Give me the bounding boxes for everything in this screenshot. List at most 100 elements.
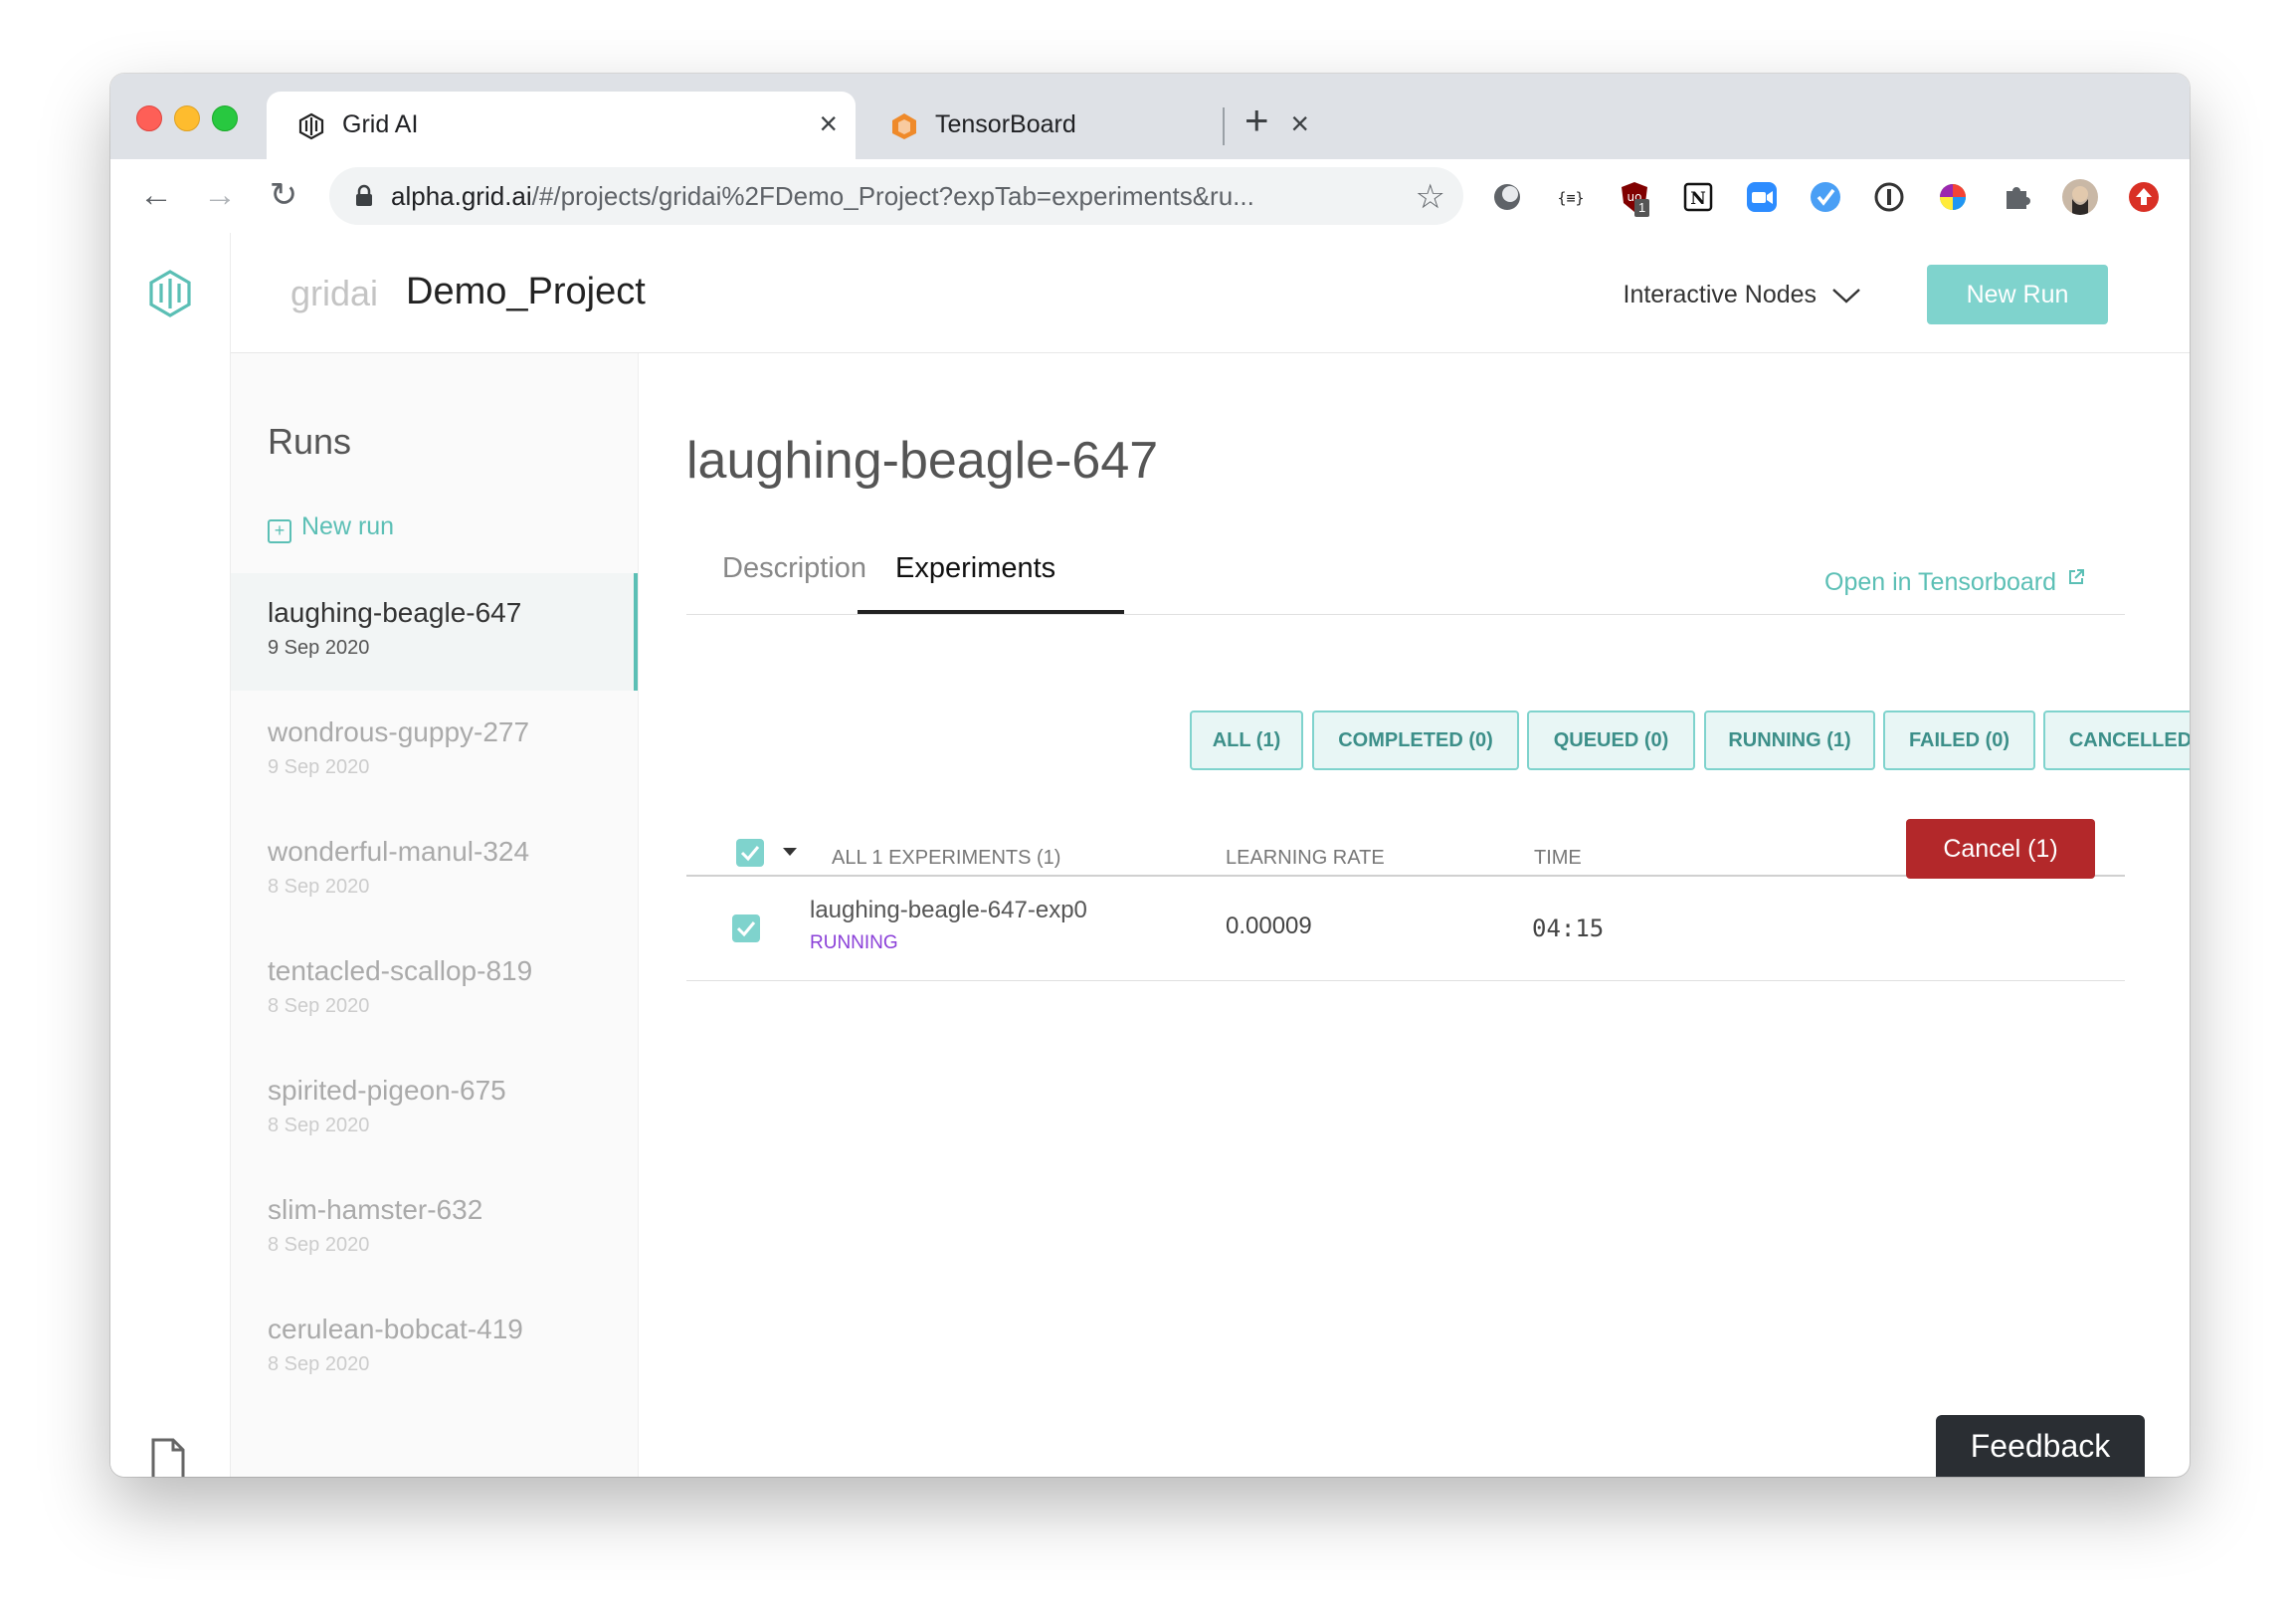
tabs-divider bbox=[686, 614, 2125, 615]
experiment-status: RUNNING bbox=[810, 932, 898, 953]
time-header[interactable]: TIME bbox=[1534, 847, 1582, 870]
tab-experiments[interactable]: Experiments bbox=[895, 552, 1055, 585]
lock-icon bbox=[356, 184, 372, 206]
filter-running-button[interactable]: RUNNING (1) bbox=[1704, 710, 1875, 770]
run-item-cerulean-bobcat-419[interactable]: cerulean-bobcat-419 8 Sep 2020 bbox=[231, 1290, 638, 1407]
reload-icon[interactable]: ↻ bbox=[262, 173, 305, 217]
minimize-window-button[interactable] bbox=[174, 105, 200, 131]
filter-queued-button[interactable]: QUEUED (0) bbox=[1527, 710, 1695, 770]
run-date: 9 Sep 2020 bbox=[268, 756, 370, 778]
experiment-name[interactable]: laughing-beagle-647-exp0 bbox=[810, 897, 1087, 924]
ublock-shield-icon[interactable]: uo 1 bbox=[1617, 179, 1652, 217]
add-icon: + bbox=[268, 519, 291, 543]
browser-toolbar: ← → ↻ alpha.grid.ai/#/projects/gridai%2F… bbox=[110, 159, 2190, 234]
interactive-nodes-label: Interactive Nodes bbox=[1623, 281, 1818, 308]
tab-separator bbox=[1223, 107, 1225, 145]
time-value: 04:15 bbox=[1532, 914, 1605, 942]
run-item-spirited-pigeon-675[interactable]: spirited-pigeon-675 8 Sep 2020 bbox=[231, 1051, 638, 1168]
table-row[interactable]: laughing-beagle-647-exp0 RUNNING 0.00009… bbox=[686, 877, 2125, 981]
grid-ai-logo-icon bbox=[298, 112, 324, 140]
tab-title: Grid AI bbox=[342, 110, 419, 138]
run-date: 8 Sep 2020 bbox=[268, 1234, 370, 1256]
filter-failed-button[interactable]: FAILED (0) bbox=[1883, 710, 2035, 770]
tab-strip: Grid AI × TensorBoard × + bbox=[110, 74, 2190, 159]
app-rail bbox=[110, 233, 231, 1477]
chevron-down-icon bbox=[1832, 289, 1860, 304]
feedback-button[interactable]: Feedback bbox=[1936, 1415, 2145, 1477]
close-window-button[interactable] bbox=[136, 105, 162, 131]
grid-ai-app-logo-icon[interactable] bbox=[146, 269, 194, 318]
run-name: cerulean-bobcat-419 bbox=[268, 1314, 523, 1344]
interactive-nodes-dropdown[interactable]: Interactive Nodes bbox=[1624, 281, 1862, 309]
url-text: alpha.grid.ai/#/projects/gridai%2FDemo_P… bbox=[391, 181, 1254, 212]
tensorboard-logo-icon bbox=[892, 113, 916, 139]
tab-title: TensorBoard bbox=[935, 110, 1076, 138]
open-tensorboard-link[interactable]: Open in Tensorboard bbox=[1824, 568, 2085, 597]
address-bar[interactable]: alpha.grid.ai/#/projects/gridai%2FDemo_P… bbox=[329, 167, 1463, 225]
run-name: tentacled-scallop-819 bbox=[268, 955, 533, 986]
maximize-window-button[interactable] bbox=[212, 105, 238, 131]
document-icon[interactable] bbox=[150, 1437, 186, 1477]
run-name: spirited-pigeon-675 bbox=[268, 1075, 506, 1106]
cancel-experiments-button[interactable]: Cancel (1) bbox=[1906, 819, 2095, 879]
check-icon bbox=[740, 846, 760, 862]
close-tab-icon[interactable]: × bbox=[1290, 105, 1309, 141]
extensions-puzzle-icon[interactable] bbox=[1999, 179, 2034, 215]
run-item-wondrous-guppy-277[interactable]: wondrous-guppy-277 9 Sep 2020 bbox=[231, 693, 638, 810]
project-name[interactable]: Demo_Project bbox=[406, 271, 646, 313]
run-name: wonderful-manul-324 bbox=[268, 836, 530, 867]
filter-cancelled-button[interactable]: CANCELLED (0) bbox=[2043, 710, 2190, 770]
tab-description[interactable]: Description bbox=[722, 552, 866, 585]
run-detail: laughing-beagle-647 Description Experime… bbox=[639, 353, 2190, 1477]
run-date: 8 Sep 2020 bbox=[268, 995, 370, 1017]
row-checkbox[interactable] bbox=[732, 914, 760, 942]
run-date: 8 Sep 2020 bbox=[268, 1353, 370, 1375]
url-host: alpha.grid.ai bbox=[391, 181, 532, 211]
open-tensorboard-label: Open in Tensorboard bbox=[1824, 568, 2057, 596]
experiments-table-header: ALL 1 EXPERIMENTS (1) LEARNING RATE TIME… bbox=[686, 813, 2125, 879]
caret-down-icon[interactable] bbox=[782, 847, 798, 857]
svg-text:N: N bbox=[1690, 189, 1706, 209]
json-formatter-icon[interactable]: {≡} bbox=[1553, 179, 1589, 215]
url-path: /#/projects/gridai%2FDemo_Project?expTab… bbox=[531, 181, 1254, 211]
back-arrow-icon[interactable]: ← bbox=[134, 173, 178, 217]
zoom-video-icon[interactable] bbox=[1744, 179, 1780, 215]
tab-grid-ai[interactable]: Grid AI × bbox=[267, 92, 856, 159]
checkmark-extension-icon[interactable] bbox=[1808, 179, 1843, 215]
run-item-tentacled-scallop-819[interactable]: tentacled-scallop-819 8 Sep 2020 bbox=[231, 931, 638, 1049]
ublock-badge: 1 bbox=[1634, 199, 1650, 217]
svg-text:{≡}: {≡} bbox=[1557, 189, 1584, 207]
profile-avatar-icon[interactable] bbox=[2062, 179, 2098, 215]
runs-title: Runs bbox=[268, 421, 352, 462]
learning-rate-header[interactable]: LEARNING RATE bbox=[1226, 847, 1385, 870]
run-name: slim-hamster-632 bbox=[268, 1194, 483, 1225]
filter-completed-button[interactable]: COMPLETED (0) bbox=[1312, 710, 1519, 770]
close-tab-icon[interactable]: × bbox=[819, 105, 838, 141]
new-run-button[interactable]: New Run bbox=[1927, 265, 2108, 324]
filter-all-button[interactable]: ALL (1) bbox=[1190, 710, 1303, 770]
color-picker-icon[interactable] bbox=[1935, 179, 1971, 215]
run-date: 8 Sep 2020 bbox=[268, 876, 370, 898]
learning-rate-value: 0.00009 bbox=[1226, 913, 1312, 939]
bookmark-star-icon[interactable]: ☆ bbox=[1416, 177, 1445, 217]
run-item-slim-hamster-632[interactable]: slim-hamster-632 8 Sep 2020 bbox=[231, 1170, 638, 1288]
extension-circle-icon[interactable] bbox=[1489, 179, 1525, 215]
runs-sidebar: Runs + New run laughing-beagle-647 9 Sep … bbox=[231, 353, 639, 1477]
select-all-label: ALL 1 EXPERIMENTS (1) bbox=[832, 847, 1061, 869]
run-item-wonderful-manul-324[interactable]: wonderful-manul-324 8 Sep 2020 bbox=[231, 812, 638, 929]
run-name: wondrous-guppy-277 bbox=[268, 716, 530, 747]
new-run-link-label: New run bbox=[301, 512, 395, 540]
run-item-laughing-beagle-647[interactable]: laughing-beagle-647 9 Sep 2020 bbox=[231, 573, 638, 691]
new-tab-button[interactable]: + bbox=[1244, 96, 1269, 145]
new-run-link[interactable]: + New run bbox=[268, 512, 394, 543]
forward-arrow-icon[interactable]: → bbox=[198, 173, 242, 217]
run-title: laughing-beagle-647 bbox=[686, 432, 1159, 490]
select-all-checkbox[interactable] bbox=[736, 839, 764, 867]
notion-icon[interactable]: N bbox=[1680, 179, 1716, 215]
run-date: 8 Sep 2020 bbox=[268, 1115, 370, 1136]
password-manager-icon[interactable] bbox=[1871, 179, 1907, 215]
app-header: gridai Demo_Project Interactive Nodes Ne… bbox=[231, 233, 2190, 353]
check-icon bbox=[736, 921, 756, 937]
update-arrow-icon[interactable] bbox=[2126, 179, 2162, 215]
org-name[interactable]: gridai bbox=[290, 273, 378, 314]
